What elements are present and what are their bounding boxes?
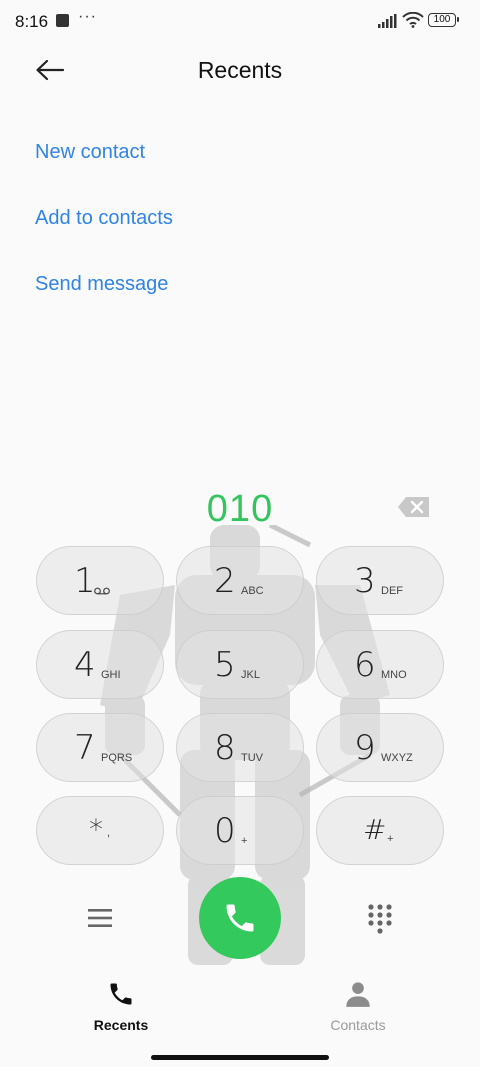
menu-icon[interactable]	[88, 907, 112, 929]
call-button[interactable]	[199, 877, 281, 959]
tab-recents[interactable]: Recents	[71, 980, 171, 1033]
key-digit: 4	[74, 645, 96, 685]
key-letters: TUV	[241, 752, 263, 764]
key-digit: 7	[74, 728, 96, 768]
key-letters: DEF	[381, 585, 403, 597]
page-title: Recents	[197, 57, 283, 83]
phone-icon	[226, 904, 254, 932]
person-icon	[346, 982, 370, 1007]
signal-icon	[378, 14, 397, 28]
phone-icon	[110, 983, 132, 1005]
battery-icon: 100	[428, 13, 459, 27]
key-letters: JKL	[241, 669, 260, 681]
more-notifications-icon: ···	[78, 8, 97, 25]
new-contact-link[interactable]: New contact	[35, 141, 145, 164]
tab-label: Recents	[93, 1017, 149, 1033]
key-3[interactable]: 3 DEF	[316, 546, 444, 615]
key-letters: GHI	[101, 669, 121, 681]
key-digit: 9	[354, 728, 376, 768]
key-4[interactable]: 4 GHI	[36, 630, 164, 699]
tab-label: Contacts	[330, 1017, 386, 1033]
key-9[interactable]: 9 WXYZ	[316, 713, 444, 782]
key-digit: 5	[214, 645, 236, 685]
key-letters: PQRS	[101, 752, 133, 764]
key-8[interactable]: 8 TUV	[176, 713, 304, 782]
key-6[interactable]: 6 MNO	[316, 630, 444, 699]
key-digit: 2	[214, 561, 236, 601]
key-7[interactable]: 7 PQRS	[36, 713, 164, 782]
key-hash[interactable]: # +	[316, 796, 444, 865]
key-letters: MNO	[381, 669, 407, 681]
key-digit: #	[363, 813, 387, 846]
key-digit: 6	[354, 645, 376, 685]
key-1[interactable]: 1	[36, 546, 164, 615]
key-digit: 8	[214, 728, 236, 768]
add-to-contacts-link[interactable]: Add to contacts	[35, 207, 173, 230]
notification-icon	[56, 14, 69, 27]
home-indicator[interactable]	[151, 1055, 329, 1060]
status-bar: 8:16 ··· 100	[0, 0, 480, 44]
key-2[interactable]: 2 ABC	[176, 546, 304, 615]
backspace-icon[interactable]	[397, 496, 431, 518]
keypad-icon[interactable]	[368, 904, 392, 934]
key-5[interactable]: 5 JKL	[176, 630, 304, 699]
key-letters: ABC	[241, 585, 264, 597]
key-digit: 3	[354, 561, 376, 601]
key-digit: *	[89, 813, 103, 846]
tab-contacts[interactable]: Contacts	[308, 980, 408, 1033]
key-letters: WXYZ	[381, 752, 413, 764]
key-digit: 0	[214, 811, 236, 851]
voicemail-icon	[94, 587, 110, 595]
wifi-icon	[402, 12, 424, 28]
key-letters: +	[241, 835, 248, 847]
key-digit: 1	[74, 561, 96, 601]
send-message-link[interactable]: Send message	[35, 273, 168, 296]
key-letters: ,	[107, 827, 111, 839]
key-star[interactable]: * ,	[36, 796, 164, 865]
key-0[interactable]: 0 +	[176, 796, 304, 865]
status-time: 8:16	[15, 12, 49, 31]
key-letters: +	[387, 833, 394, 845]
